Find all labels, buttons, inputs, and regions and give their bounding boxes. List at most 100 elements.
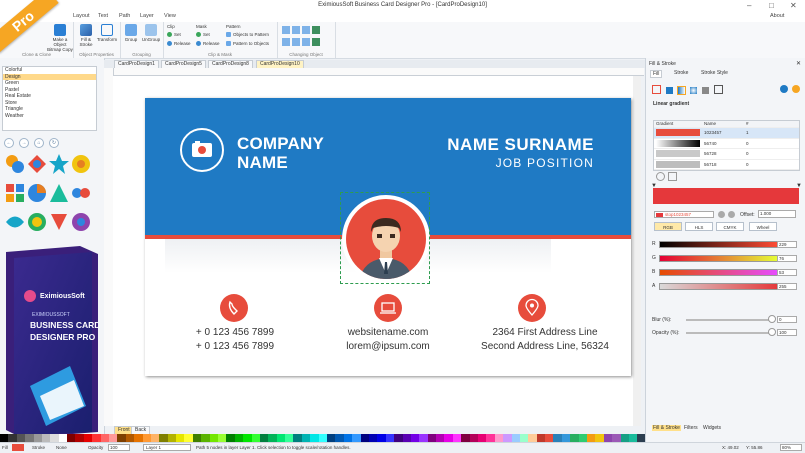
shape-thumbnail[interactable] [70,153,92,175]
edit-gradient-icon[interactable] [668,172,677,181]
vertical-scrollbar[interactable] [633,76,641,426]
tab-fill-stroke[interactable]: Fill & Stroke [652,425,681,431]
channel-g-slider[interactable] [659,255,779,262]
zoom-field[interactable]: 80% [780,444,802,451]
minimize-icon[interactable]: – [747,1,751,11]
shape-thumbnail[interactable] [4,182,26,204]
close-icon[interactable]: ✕ [796,60,801,67]
horizontal-ruler[interactable] [114,68,644,76]
layer-select[interactable]: Layer 1 [143,444,191,451]
tab-back[interactable]: Back [131,426,151,434]
menu-tab-layer[interactable]: Layer [140,13,154,19]
radial-gradient-icon[interactable] [690,87,697,94]
shape-thumbnail[interactable] [26,182,48,204]
company-logo[interactable] [180,128,224,172]
add-gradient-icon[interactable] [656,172,665,181]
tab-doc-5[interactable]: CardProDesign5 [161,60,206,68]
offset-field[interactable]: 1.000 [758,210,796,218]
evenodd-icon[interactable] [780,85,788,93]
job-position[interactable]: JOB POSITION [496,156,594,170]
list-item[interactable]: Weather [3,113,96,120]
channel-g-value[interactable]: 76 [777,255,797,262]
close-icon[interactable]: ✕ [790,1,797,11]
tab-doc-10[interactable]: CardProDesign10 [256,60,304,68]
align-center-icon[interactable] [292,26,300,34]
blur-slider[interactable] [686,319,774,321]
tab-fill[interactable]: Fill [650,70,663,78]
table-row[interactable]: 1023457 1 [654,128,799,139]
address[interactable]: 2364 First Address Line Second Address L… [463,326,627,354]
gradient-table[interactable]: Gradient Name # 1023457 1 56740 0 56728 … [653,120,800,171]
menu-tab-path[interactable]: Path [119,13,130,19]
menu-tab-layout[interactable]: Layout [73,13,90,19]
align-bottom-icon[interactable] [302,38,310,46]
shape-thumbnail[interactable] [70,182,92,204]
make-object-button[interactable]: Make a Object Bitmap Copy [47,24,73,52]
linear-gradient-icon[interactable] [677,86,686,95]
opacity-value[interactable]: 100 [777,329,797,336]
nonzero-icon[interactable] [792,85,800,93]
opacity-slider-handle[interactable] [768,328,776,336]
clip-set-button[interactable]: Set [167,32,181,37]
align-middle-icon[interactable] [292,38,300,46]
shape-thumbnail[interactable] [48,182,70,204]
table-row[interactable]: 56718 0 [654,160,799,170]
maximize-icon[interactable]: □ [769,1,774,11]
forward-icon[interactable]: → [19,138,29,148]
refresh-icon[interactable]: ↻ [49,138,59,148]
company-name[interactable]: COMPANY NAME [237,134,324,172]
stop-marker-icon[interactable]: ▼ [651,183,657,189]
rotate-icon[interactable] [312,38,320,46]
no-paint-icon[interactable] [652,85,661,94]
mask-release-button[interactable]: Release [196,41,220,46]
tab-doc-1[interactable]: CardProDesign1 [114,60,159,68]
shape-thumbnail[interactable] [4,153,26,175]
align-left-icon[interactable] [282,26,290,34]
avatar[interactable] [340,192,431,284]
phone-numbers[interactable]: + 0 123 456 7899 + 0 123 456 7899 [185,326,285,354]
shape-thumbnail[interactable] [26,153,48,175]
back-icon[interactable]: ← [4,138,14,148]
channel-b-slider[interactable] [659,269,779,276]
table-row[interactable]: 56740 0 [654,139,799,149]
shape-thumbnail[interactable] [70,211,92,233]
tab-filters[interactable]: Filters [684,425,698,431]
clip-release-button[interactable]: Release [167,41,191,46]
menu-tab-text[interactable]: Text [98,13,108,19]
channel-r-value[interactable]: 229 [777,241,797,248]
flat-color-icon[interactable] [666,87,673,94]
align-top-icon[interactable] [282,38,290,46]
tab-widgets[interactable]: Widgets [703,425,721,431]
channel-a-slider[interactable] [659,283,779,290]
tab-stroke-style[interactable]: Stroke Style [701,70,728,76]
mode-rgb-button[interactable]: RGB [654,222,682,231]
blur-slider-handle[interactable] [768,315,776,323]
mask-set-button[interactable]: Set [196,32,210,37]
channel-r-slider[interactable] [659,241,779,248]
fill-swatch[interactable] [12,444,24,451]
style-list[interactable]: Colorful Design Green Pastel Real Estate… [2,66,97,131]
pattern-to-objects-button[interactable]: Pattern to Objects [226,41,269,46]
shape-thumbnail[interactable] [4,211,26,233]
align-right-icon[interactable] [302,26,310,34]
group-button[interactable]: Group [122,24,140,42]
tab-stroke[interactable]: Stroke [674,70,688,76]
mode-cmyk-button[interactable]: CMYK [716,222,744,231]
transform-button[interactable]: Transform [96,24,118,42]
mode-hls-button[interactable]: HLS [685,222,713,231]
objects-to-pattern-button[interactable]: Objects to Pattern [226,32,269,37]
channel-b-value[interactable]: 53 [777,269,797,276]
swatch-icon[interactable] [714,85,723,94]
menu-tab-view[interactable]: View [164,13,176,19]
tab-doc-8[interactable]: CardProDesign8 [208,60,253,68]
shape-thumbnail[interactable] [48,211,70,233]
remove-stop-icon[interactable] [728,211,735,218]
selection-box[interactable] [340,192,430,284]
shape-thumbnail[interactable] [48,153,70,175]
shape-thumbnail[interactable] [26,211,48,233]
ungroup-button[interactable]: UnGroup [140,24,162,42]
stop-marker-icon[interactable]: ▼ [796,183,802,189]
blur-value[interactable]: 0 [777,316,797,323]
opacity-field[interactable]: 100 [108,444,130,451]
web-contact[interactable]: websitename.com lorem@ipsum.com [328,326,448,354]
